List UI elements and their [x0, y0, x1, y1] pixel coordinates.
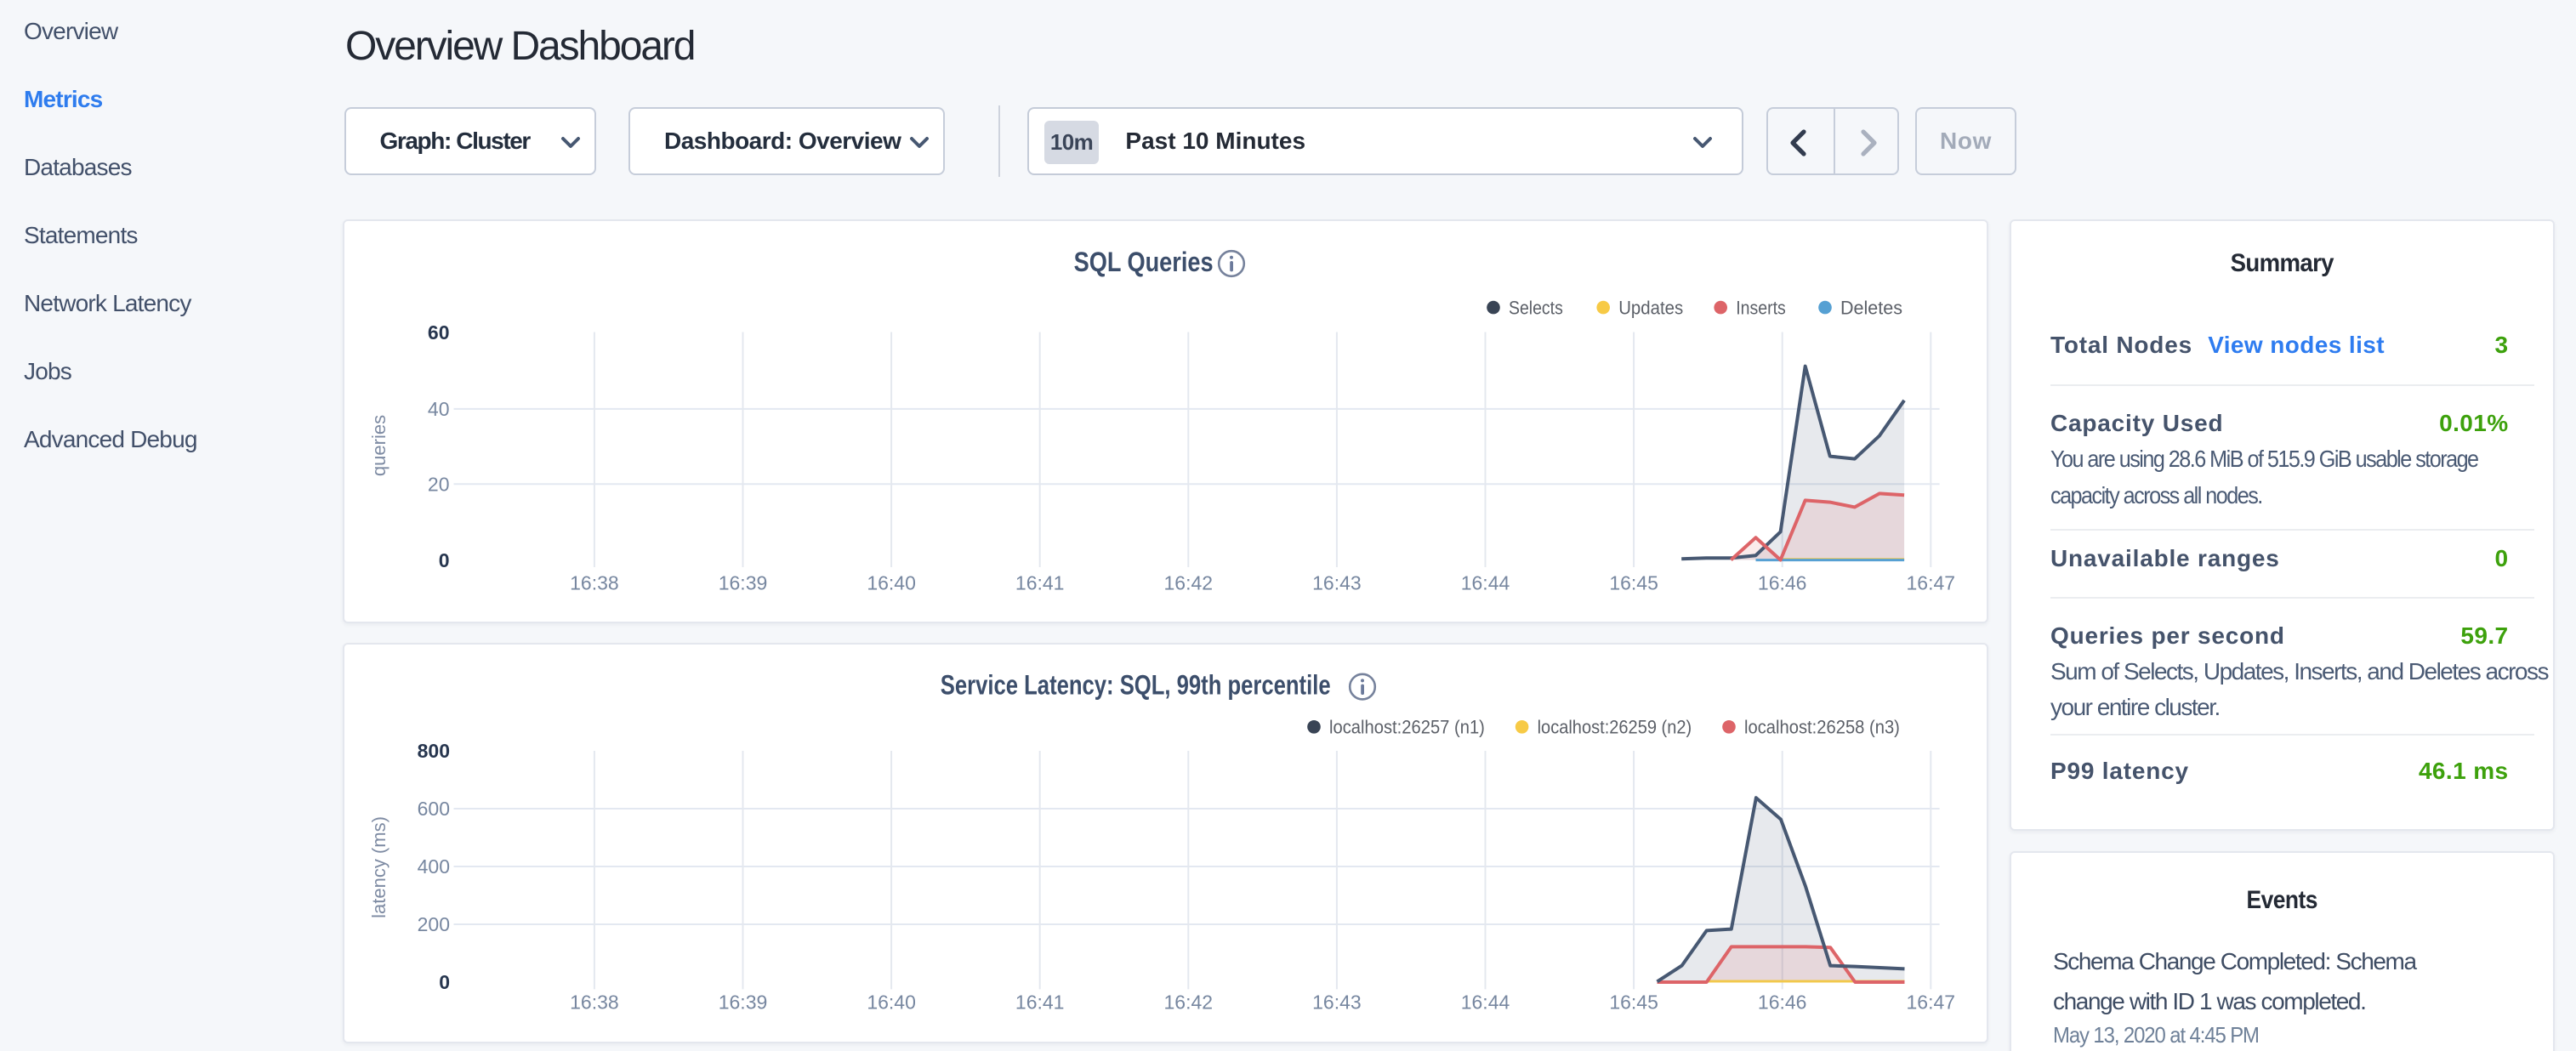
svg-text:400: 400	[418, 855, 450, 878]
svg-text:600: 600	[418, 798, 450, 820]
svg-text:localhost:26258 (n3): localhost:26258 (n3)	[1744, 717, 1900, 738]
svg-text:Service Latency: SQL, 99th per: Service Latency: SQL, 99th percentile	[941, 670, 1331, 701]
svg-text:16:44: 16:44	[1461, 991, 1510, 1014]
svg-text:16:39: 16:39	[719, 991, 768, 1014]
svg-text:queries: queries	[368, 415, 390, 476]
svg-text:16:43: 16:43	[1312, 991, 1362, 1014]
svg-text:SQL Queries: SQL Queries	[1074, 247, 1214, 277]
svg-text:16:47: 16:47	[1907, 991, 1956, 1014]
svg-text:16:38: 16:38	[570, 571, 619, 594]
svg-text:Updates: Updates	[1618, 297, 1683, 318]
svg-text:localhost:26259 (n2): localhost:26259 (n2)	[1538, 717, 1692, 738]
svg-text:40: 40	[428, 398, 450, 420]
svg-text:800: 800	[418, 740, 450, 762]
svg-text:20: 20	[428, 474, 450, 496]
svg-text:Deletes: Deletes	[1840, 297, 1902, 318]
svg-text:16:42: 16:42	[1164, 991, 1214, 1014]
svg-text:200: 200	[418, 913, 450, 935]
svg-text:16:46: 16:46	[1758, 571, 1807, 594]
svg-text:16:38: 16:38	[570, 991, 619, 1014]
svg-text:latency (ms): latency (ms)	[368, 816, 390, 918]
svg-text:16:45: 16:45	[1609, 571, 1658, 594]
svg-text:0: 0	[439, 971, 450, 993]
svg-text:16:44: 16:44	[1461, 571, 1510, 594]
svg-text:16:41: 16:41	[1015, 571, 1065, 594]
svg-text:16:47: 16:47	[1907, 571, 1956, 594]
svg-text:16:43: 16:43	[1312, 571, 1362, 594]
svg-text:16:39: 16:39	[719, 571, 768, 594]
svg-text:16:45: 16:45	[1609, 991, 1658, 1014]
svg-text:60: 60	[428, 321, 450, 344]
svg-text:16:46: 16:46	[1758, 991, 1807, 1014]
svg-text:0: 0	[439, 549, 450, 571]
svg-text:16:40: 16:40	[867, 991, 916, 1014]
svg-text:16:41: 16:41	[1015, 991, 1065, 1014]
svg-text:16:40: 16:40	[867, 571, 916, 594]
svg-text:Selects: Selects	[1509, 297, 1563, 318]
svg-text:localhost:26257 (n1): localhost:26257 (n1)	[1329, 717, 1485, 738]
svg-text:16:42: 16:42	[1164, 571, 1214, 594]
svg-text:Inserts: Inserts	[1736, 297, 1786, 318]
